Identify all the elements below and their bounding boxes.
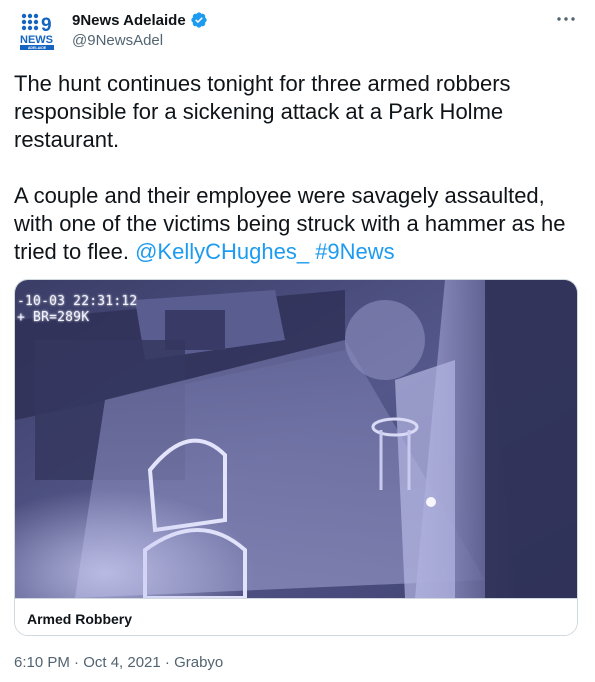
cctv-timestamp: -10-03 22:31:12 + BR=289K [17, 294, 137, 326]
cctv-timestamp-line-1: -10-03 22:31:12 [17, 294, 138, 309]
tweet-timestamp-source[interactable]: 6:10 PM · Oct 4, 2021 · Grabyo [14, 654, 223, 671]
video-card[interactable]: -10-03 22:31:12 + BR=289K Armed Robbery [14, 279, 578, 636]
nine-news-logo-icon: 9 NEWS ADELAIDE [20, 13, 54, 50]
svg-text:ADELAIDE: ADELAIDE [28, 46, 47, 50]
card-footer: Armed Robbery [15, 598, 577, 635]
verified-badge-icon [190, 12, 207, 28]
cctv-timestamp-line-2: + BR=289K [17, 310, 90, 325]
hashtag-link[interactable]: #9News [315, 239, 394, 264]
tweet-paragraph-2: A couple and their employee were savagel… [14, 182, 576, 266]
avatar[interactable]: 9 NEWS ADELAIDE [14, 8, 60, 54]
tweet: 9 NEWS ADELAIDE 9News Adelaide @9NewsAde… [0, 0, 595, 682]
video-card-title: Armed Robbery [27, 611, 133, 627]
svg-text:9: 9 [41, 15, 52, 36]
tweet-text: The hunt continues tonight for three arm… [14, 70, 576, 266]
author-name-row: 9News Adelaide [72, 11, 208, 29]
tweet-paragraph-1: The hunt continues tonight for three arm… [14, 71, 511, 152]
author-handle[interactable]: @9NewsAdel [72, 32, 163, 49]
author-display-name[interactable]: 9News Adelaide [72, 12, 186, 29]
cctv-video-frame[interactable] [15, 280, 577, 598]
more-options-icon[interactable] [555, 12, 577, 26]
mention-link[interactable]: @KellyCHughes_ [135, 239, 309, 264]
svg-text:NEWS: NEWS [20, 34, 53, 46]
